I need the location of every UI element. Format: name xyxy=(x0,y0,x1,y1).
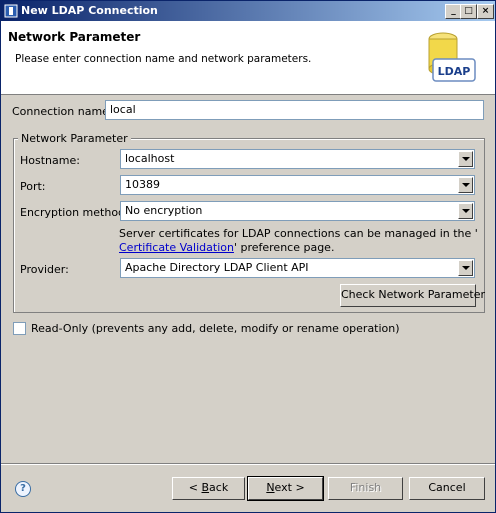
encryption-value: No encryption xyxy=(125,204,203,217)
back-mnemonic: B xyxy=(201,481,210,494)
hostname-label: Hostname: xyxy=(20,154,80,167)
check-network-parameter-button[interactable]: Check Network Parameter xyxy=(340,284,485,307)
chevron-down-icon[interactable] xyxy=(458,151,473,167)
port-label: Port: xyxy=(20,180,46,193)
dialog-window: New LDAP Connection _ □ × Network Parame… xyxy=(0,0,496,513)
chevron-down-icon[interactable] xyxy=(458,177,473,193)
port-value: 10389 xyxy=(125,178,160,191)
ldap-database-icon: LDAP xyxy=(428,32,476,82)
connection-name-input[interactable]: local xyxy=(105,100,484,120)
help-icon[interactable]: ? xyxy=(15,481,31,497)
provider-label: Provider: xyxy=(20,263,69,276)
app-icon xyxy=(4,4,18,18)
next-rest: ext > xyxy=(274,481,305,494)
footer-separator xyxy=(1,463,495,465)
encryption-label: Encryption method: xyxy=(20,206,129,219)
cancel-button[interactable]: Cancel xyxy=(409,477,485,500)
page-title: Network Parameter xyxy=(8,30,141,44)
title-bar[interactable]: New LDAP Connection _ □ × xyxy=(1,1,495,21)
encryption-select[interactable]: No encryption xyxy=(120,201,475,221)
hostname-combo[interactable]: localhost xyxy=(120,149,475,169)
provider-value: Apache Directory LDAP Client API xyxy=(125,261,309,274)
window-title: New LDAP Connection xyxy=(21,4,158,17)
read-only-checkbox[interactable] xyxy=(13,322,26,335)
read-only-label[interactable]: Read-Only (prevents any add, delete, mod… xyxy=(31,322,400,335)
next-button[interactable]: Next > xyxy=(247,476,324,501)
next-mnemonic: N xyxy=(266,481,275,494)
certificate-note-suffix: ' preference page. xyxy=(233,241,335,254)
certificate-note-line1: Server certificates for LDAP connections… xyxy=(119,227,478,240)
port-combo[interactable]: 10389 xyxy=(120,175,475,195)
wizard-header: Network Parameter Please enter connectio… xyxy=(1,21,495,95)
close-button[interactable]: × xyxy=(477,4,494,19)
network-parameter-legend: Network Parameter xyxy=(18,132,131,145)
back-prefix: < xyxy=(188,481,202,494)
back-button[interactable]: < Back xyxy=(172,477,245,500)
maximize-button[interactable]: □ xyxy=(460,4,477,19)
certificate-validation-link[interactable]: Certificate Validation xyxy=(119,241,234,254)
provider-select[interactable]: Apache Directory LDAP Client API xyxy=(120,258,475,278)
certificate-note-line2: Certificate Validation' preference page. xyxy=(119,241,334,254)
chevron-down-icon[interactable] xyxy=(458,203,473,219)
logo-text: LDAP xyxy=(438,65,471,78)
finish-button[interactable]: Finish xyxy=(328,477,403,500)
back-rest: ack xyxy=(209,481,229,494)
connection-name-label: Connection name: xyxy=(12,105,113,118)
chevron-down-icon[interactable] xyxy=(458,260,473,276)
page-description: Please enter connection name and network… xyxy=(15,53,312,65)
hostname-value: localhost xyxy=(125,152,175,165)
